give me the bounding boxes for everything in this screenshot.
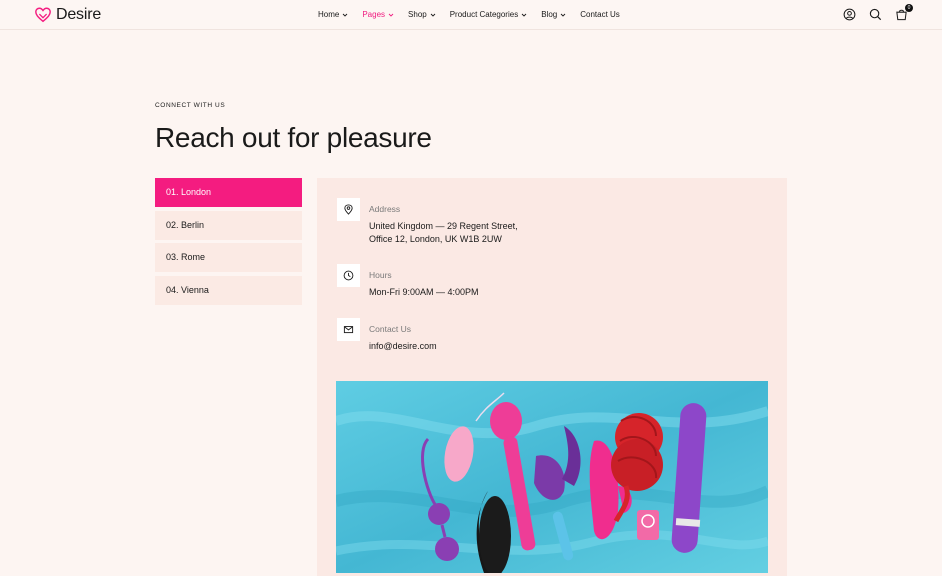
nav-item-contact-us[interactable]: Contact Us <box>580 10 620 19</box>
nav-item-blog[interactable]: Blog <box>541 10 566 19</box>
products-illustration <box>336 381 768 573</box>
mail-icon <box>337 318 360 341</box>
chevron-down-icon <box>343 13 348 17</box>
hours-label: Hours <box>369 270 392 280</box>
tab-london[interactable]: 01. London <box>155 178 302 207</box>
chevron-down-icon <box>430 13 436 17</box>
chevron-down-icon <box>560 13 566 17</box>
heart-logo-icon <box>35 7 51 23</box>
nav-label: Product Categories <box>449 10 519 19</box>
tab-berlin[interactable]: 02. Berlin <box>155 210 302 240</box>
nav-item-home[interactable]: Home <box>318 10 348 19</box>
chevron-down-icon <box>521 13 527 17</box>
nav-label: Home <box>318 10 340 19</box>
location-tabs: 01. London 02. Berlin 03. Rome 04. Vienn… <box>155 178 302 308</box>
nav-label: Blog <box>541 10 558 19</box>
clock-icon <box>337 264 360 287</box>
tab-rome[interactable]: 03. Rome <box>155 243 302 272</box>
email-label: Contact Us <box>369 324 412 334</box>
main-nav: Home Pages Shop Product Categories Blog … <box>318 10 620 19</box>
nav-item-product-categories[interactable]: Product Categories <box>450 10 527 19</box>
map-pin-icon <box>337 198 360 221</box>
section-eyebrow: CONNECT WITH US <box>155 102 226 109</box>
chevron-down-icon <box>388 13 394 17</box>
address-label: Address <box>369 204 401 214</box>
nav-item-shop[interactable]: Shop <box>408 10 436 19</box>
address-value: United Kingdom — 29 Regent Street, Offic… <box>369 220 518 245</box>
search-icon[interactable] <box>869 8 882 21</box>
user-circle-icon[interactable] <box>843 8 856 21</box>
header-actions: 0 <box>843 4 913 21</box>
hours-value: Mon-Fri 9:00AM — 4:00PM <box>369 287 479 297</box>
address-line-1: United Kingdom — 29 Regent Street, <box>369 221 518 231</box>
site-header: Desire Home Pages Shop Product Categorie… <box>0 0 942 30</box>
nav-item-pages[interactable]: Pages <box>362 10 394 19</box>
cart-button[interactable]: 0 <box>895 4 913 21</box>
page-title: Reach out for pleasure <box>155 122 432 153</box>
cart-count-badge: 0 <box>905 4 913 12</box>
brand-name: Desire <box>56 6 102 23</box>
logo[interactable]: Desire <box>34 6 101 24</box>
address-line-2: Office 12, London, UK W1B 2UW <box>369 233 502 244</box>
email-link[interactable]: info@desire.com <box>369 340 437 353</box>
products-photo <box>336 381 768 573</box>
tab-vienna[interactable]: 04. Vienna <box>155 275 302 305</box>
nav-label: Shop <box>408 10 427 19</box>
nav-label: Pages <box>362 10 386 19</box>
nav-label: Contact Us <box>580 10 620 19</box>
